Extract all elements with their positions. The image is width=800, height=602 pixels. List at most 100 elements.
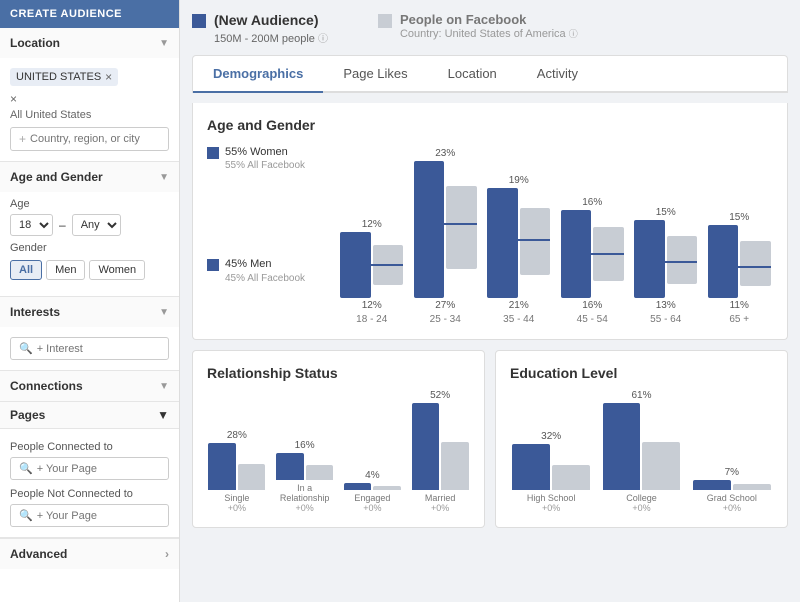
- age-gender-content-row: 55% Women 55% All Facebook 45% Men 45% A…: [207, 145, 773, 325]
- age-bar-group: 12% 12% 18 - 24: [338, 145, 406, 325]
- men-bar: [414, 225, 444, 298]
- women-bar: [708, 225, 738, 266]
- bar-sublabel: +0%: [632, 503, 650, 513]
- interests-section-header[interactable]: Interests ▼: [0, 297, 179, 327]
- people-connected-search[interactable]: 🔍: [10, 457, 169, 480]
- bottom-row: Relationship Status 28% Single +0% 16% I…: [192, 350, 788, 528]
- women-pct-label: 23%: [435, 148, 455, 159]
- tab-demographics[interactable]: Demographics: [193, 56, 323, 93]
- location-remove-icon[interactable]: ×: [105, 70, 112, 84]
- primary-bar: [208, 443, 235, 490]
- interests-chevron: ▼: [159, 307, 169, 318]
- women-pct-label: 16%: [582, 197, 602, 208]
- age-gender-section-header[interactable]: Age and Gender ▼: [0, 162, 179, 192]
- bar-pct-label: 32%: [541, 431, 561, 442]
- relationship-status-title: Relationship Status: [207, 365, 470, 381]
- location-input-wrapper[interactable]: +: [10, 127, 169, 151]
- location-section-header[interactable]: Location ▼: [0, 28, 179, 58]
- men-bar: [487, 241, 517, 298]
- interests-search-input[interactable]: [37, 343, 160, 355]
- location-input[interactable]: [30, 133, 160, 145]
- age-range-label: 25 - 34: [430, 314, 461, 325]
- simple-bar-group: 7% Grad School +0%: [691, 383, 773, 513]
- location-sub-text: All United States: [10, 109, 169, 121]
- women-legend-info: 55% Women 55% All Facebook: [225, 145, 305, 171]
- age-label: Age: [10, 198, 169, 210]
- women-pct-label: 12%: [362, 219, 382, 230]
- men-bar: [561, 255, 591, 298]
- connections-section-header[interactable]: Connections ▼: [0, 371, 179, 401]
- women-bar: [487, 188, 517, 239]
- advanced-section[interactable]: Advanced ›: [0, 538, 179, 569]
- tab-page-likes[interactable]: Page Likes: [323, 56, 427, 93]
- age-bar-group: 23% 27% 25 - 34: [412, 145, 480, 325]
- new-audience-size: 150M - 200M people ⓘ: [214, 30, 328, 45]
- bar-sublabel: +0%: [542, 503, 560, 513]
- bar-label: College: [626, 493, 657, 503]
- age-bar-group: 15% 13% 55 - 64: [632, 145, 700, 325]
- women-legend-item: 55% Women 55% All Facebook: [207, 145, 322, 171]
- tab-location[interactable]: Location: [428, 56, 517, 93]
- location-remove-all-icon[interactable]: ×: [10, 92, 17, 106]
- interests-content: 🔍: [0, 327, 179, 370]
- people-not-connected-input[interactable]: [37, 510, 160, 522]
- sidebar: CREATE AUDIENCE Location ▼ UNITED STATES…: [0, 0, 180, 602]
- connections-section: Connections ▼: [0, 371, 179, 402]
- new-audience-info: (New Audience) 150M - 200M people ⓘ: [214, 12, 328, 45]
- location-tag[interactable]: UNITED STATES ×: [10, 68, 118, 86]
- pages-section-header[interactable]: Pages ▼: [0, 402, 179, 429]
- primary-bar: [603, 403, 641, 490]
- facebook-audience-country: Country: United States of America ⓘ: [400, 27, 578, 40]
- age-bar-group: 15% 11% 65 +: [706, 145, 774, 325]
- gender-all-button[interactable]: All: [10, 260, 42, 280]
- women-bar-bg: [373, 245, 403, 264]
- secondary-bar: [306, 465, 333, 480]
- education-chart: 32% High School +0% 61% College +0% 7% G…: [510, 393, 773, 513]
- tab-activity[interactable]: Activity: [517, 56, 598, 93]
- women-bar: [340, 232, 370, 264]
- men-legend-label: 45% Men: [225, 257, 305, 272]
- bar-pct-label: 16%: [295, 440, 315, 451]
- audience-header: (New Audience) 150M - 200M people ⓘ Peop…: [192, 12, 788, 45]
- new-audience-color-box: [192, 14, 206, 28]
- facebook-audience-block: People on Facebook Country: United State…: [378, 12, 578, 40]
- age-range-label: 55 - 64: [650, 314, 681, 325]
- simple-bar-group: 16% In a Relationship +0%: [275, 383, 335, 513]
- bar-label: In a Relationship: [275, 483, 335, 503]
- location-content: UNITED STATES × × All United States +: [0, 58, 179, 161]
- women-legend-sub: 55% All Facebook: [225, 160, 305, 171]
- relationship-status-card: Relationship Status 28% Single +0% 16% I…: [192, 350, 485, 528]
- bar-sublabel: +0%: [228, 503, 246, 513]
- age-range-label: 35 - 44: [503, 314, 534, 325]
- age-range-label: 18 - 24: [356, 314, 387, 325]
- gender-men-button[interactable]: Men: [46, 260, 85, 280]
- women-bar-bg: [520, 208, 550, 239]
- bar-label: Grad School: [707, 493, 757, 503]
- men-legend-box: [207, 259, 219, 271]
- main-content: (New Audience) 150M - 200M people ⓘ Peop…: [180, 0, 800, 602]
- women-legend-label: 55% Women: [225, 145, 305, 160]
- advanced-chevron-right-icon: ›: [165, 547, 169, 561]
- age-from-select[interactable]: 182125: [10, 214, 53, 236]
- age-gender-chart: 12% 12% 18 - 24 23% 27% 25 - 34 19%: [338, 145, 773, 325]
- education-level-card: Education Level 32% High School +0% 61% …: [495, 350, 788, 528]
- bar-label: High School: [527, 493, 576, 503]
- men-legend-info: 45% Men 45% All Facebook: [225, 257, 305, 283]
- people-not-connected-search-icon: 🔍: [19, 509, 33, 522]
- info-icon: ⓘ: [318, 34, 328, 45]
- simple-bar-group: 32% High School +0%: [510, 383, 592, 513]
- people-not-connected-search[interactable]: 🔍: [10, 504, 169, 527]
- men-bar: [708, 268, 738, 298]
- secondary-bar: [642, 442, 680, 490]
- bar-label: Engaged: [354, 493, 390, 503]
- age-bar-group: 19% 21% 35 - 44: [485, 145, 553, 325]
- gender-women-button[interactable]: Women: [89, 260, 145, 280]
- men-bar-bg: [593, 255, 623, 281]
- interests-search-wrapper[interactable]: 🔍: [10, 337, 169, 360]
- men-pct-label: 12%: [362, 300, 382, 311]
- people-connected-input[interactable]: [37, 463, 160, 475]
- location-label: Location: [10, 36, 60, 50]
- bar-pct-label: 61%: [631, 390, 651, 401]
- age-to-select[interactable]: Any253565+: [72, 214, 121, 236]
- tabs: Demographics Page Likes Location Activit…: [193, 56, 787, 93]
